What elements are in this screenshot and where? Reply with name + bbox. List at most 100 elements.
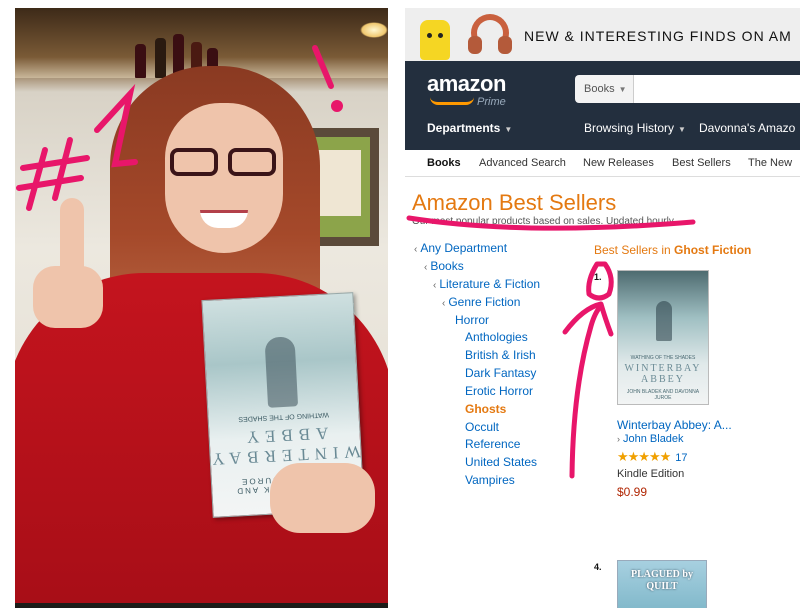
prime-label: Prime — [477, 96, 506, 108]
category-horror[interactable]: Horror — [455, 313, 489, 327]
chevron-left-icon: ‹ — [414, 244, 418, 255]
raised-hand — [33, 266, 103, 328]
category-label: Any Department — [420, 241, 508, 255]
subnav-new-releases[interactable]: New Releases — [583, 157, 654, 169]
subnav-advanced-search[interactable]: Advanced Search — [479, 157, 566, 169]
category-label: Genre Fiction — [448, 295, 521, 309]
category-label: British & Irish — [465, 348, 536, 362]
best-sellers-in-prefix: Best Sellers in — [594, 243, 671, 257]
category-label: Horror — [455, 313, 490, 327]
amazon-nav-bar: amazon Prime Books ▼ Departments ▼ Browsin… — [405, 61, 800, 150]
headphone-cup — [468, 36, 482, 54]
headphones-icon — [468, 14, 512, 54]
category-label: Books — [430, 259, 464, 273]
category-dark-fantasy[interactable]: Dark Fantasy — [465, 366, 536, 380]
category-label: Vampires — [465, 473, 515, 487]
account-menu[interactable]: Davonna's Amazo — [699, 121, 795, 135]
hash-stroke — [20, 155, 90, 171]
category-genre-fiction[interactable]: ‹ Genre Fiction — [442, 295, 520, 309]
books-subnav: Books Advanced Search New Releases Best … — [405, 150, 800, 177]
review-count-link[interactable]: 17 — [675, 452, 687, 464]
category-british-irish[interactable]: British & Irish — [465, 348, 536, 362]
arrow-head-stroke — [562, 301, 614, 337]
chevron-left-icon: ‹ — [433, 280, 437, 291]
wine-bottle — [155, 38, 166, 78]
category-erotic-horror[interactable]: Erotic Horror — [465, 384, 533, 398]
cover-ghost-figure — [656, 301, 672, 341]
chevron-down-icon: ▼ — [618, 85, 627, 94]
category-books[interactable]: ‹ Books — [424, 259, 464, 273]
chevron-down-icon: ▼ — [678, 125, 686, 134]
star-rating[interactable]: ★★★★★ 17 — [617, 449, 688, 465]
promo-banner[interactable]: NEW & INTERESTING FINDS ON AM — [405, 8, 800, 61]
amazon-smile-icon — [430, 97, 474, 105]
departments-menu[interactable]: Departments ▼ — [427, 121, 512, 135]
face — [165, 103, 283, 253]
category-anthologies[interactable]: Anthologies — [465, 330, 528, 344]
page-title: Amazon Best Sellers — [412, 190, 617, 215]
author-photo: WATHING OF THE SHADES WINTERBAY ABBEY JO… — [15, 8, 388, 608]
search-input[interactable] — [634, 75, 800, 103]
category-any-department[interactable]: ‹ Any Department — [414, 241, 507, 255]
category-united-states[interactable]: United States — [465, 455, 537, 469]
robot-eye — [438, 33, 443, 38]
product-cover-image[interactable]: WATHING OF THE SHADES WINTERBAY ABBEY JO… — [617, 270, 709, 405]
browsing-history-label: Browsing History — [584, 121, 675, 135]
glasses-lens-right — [228, 148, 276, 176]
lamp-light — [360, 22, 388, 38]
book-cover-ghost-figure — [264, 336, 299, 408]
robot-icon — [420, 20, 450, 60]
hash-stroke — [16, 175, 84, 191]
chevron-down-icon: ▼ — [504, 125, 513, 134]
cover-author-text: JOHN BLADEK AND DAVONNA JUROE — [626, 389, 700, 401]
product-cover-image[interactable]: PLAGUED by QUILT — [617, 560, 707, 608]
subnav-best-sellers[interactable]: Best Sellers — [672, 157, 731, 169]
amazon-screenshot: NEW & INTERESTING FINDS ON AM amazon Pri… — [405, 8, 800, 608]
category-label: Ghosts — [465, 402, 507, 416]
subnav-books[interactable]: Books — [427, 157, 461, 169]
hand-holding-book — [270, 463, 375, 533]
departments-label: Departments — [427, 121, 501, 135]
category-label: Erotic Horror — [465, 384, 534, 398]
product-format: Kindle Edition — [617, 468, 685, 480]
best-sellers-in-category: Ghost Fiction — [674, 243, 752, 257]
chevron-right-icon: › — [617, 434, 620, 444]
category-literature-fiction[interactable]: ‹ Literature & Fiction — [433, 277, 540, 291]
category-reference[interactable]: Reference — [465, 437, 520, 451]
search-scope-label: Books — [584, 83, 615, 95]
cover-title-text: WINTERBAY ABBEY — [624, 363, 702, 385]
exclamation-dot — [331, 100, 343, 112]
category-vampires[interactable]: Vampires — [465, 473, 515, 487]
category-label: Reference — [465, 437, 521, 451]
cover-title-text: PLAGUED by QUILT — [631, 569, 693, 592]
category-label: Occult — [465, 420, 500, 434]
category-label: Dark Fantasy — [465, 366, 537, 380]
headphone-cup — [498, 36, 512, 54]
category-occult[interactable]: Occult — [465, 420, 499, 434]
promo-text: NEW & INTERESTING FINDS ON AM — [524, 28, 792, 44]
hash-stroke — [52, 137, 73, 201]
hash-stroke — [26, 147, 48, 211]
search-scope-dropdown[interactable]: Books ▼ — [575, 75, 634, 103]
composite-image: WATHING OF THE SHADES WINTERBAY ABBEY JO… — [0, 0, 800, 608]
category-label: Literature & Fiction — [439, 277, 541, 291]
frame-art — [315, 150, 361, 216]
amazon-logo[interactable]: amazon — [427, 71, 506, 97]
product-author-label: John Bladek — [623, 433, 684, 445]
subnav-the-new[interactable]: The New — [748, 157, 792, 169]
product-author-link[interactable]: › John Bladek — [617, 433, 684, 445]
browsing-history-menu[interactable]: Browsing History ▼ — [584, 121, 686, 135]
arrow-shaft-stroke — [569, 303, 604, 479]
glasses — [170, 148, 280, 178]
category-label: United States — [465, 455, 538, 469]
product-rank: 4. — [594, 562, 602, 572]
product-title-link[interactable]: Winterbay Abbey: A... — [617, 418, 732, 432]
robot-eye — [427, 33, 432, 38]
category-label: Anthologies — [465, 330, 528, 344]
page-subtitle: Our most popular products based on sales… — [412, 216, 676, 227]
cover-series-text: WATHING OF THE SHADES — [630, 355, 696, 361]
best-sellers-in-heading: Best Sellers in Ghost Fiction — [594, 243, 751, 257]
product-price: $0.99 — [617, 485, 648, 499]
product-rank: 1. — [594, 272, 602, 282]
wine-bottle — [135, 44, 146, 78]
